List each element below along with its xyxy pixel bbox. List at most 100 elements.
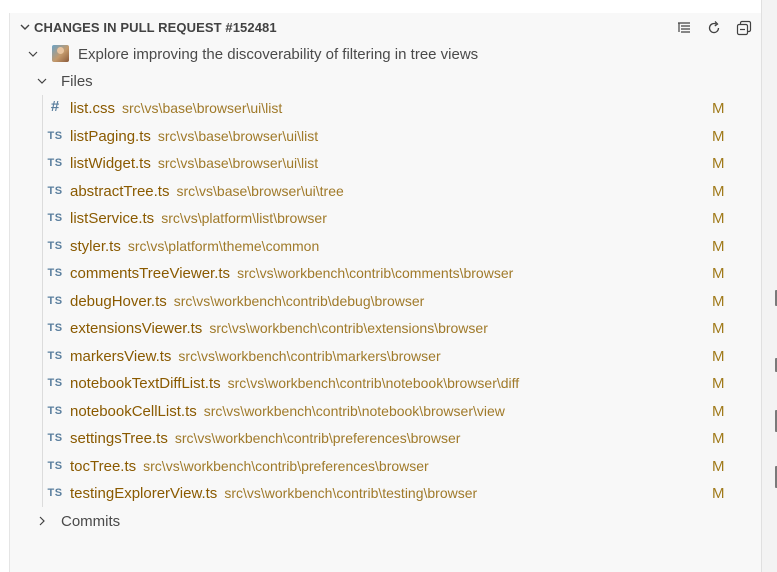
file-name-text: listPaging.ts xyxy=(70,127,151,145)
file-name: tocTree.ts src\vs\workbench\contrib\prefe… xyxy=(70,458,429,475)
file-name: notebookCellList.ts src\vs\workbench\cont… xyxy=(70,403,505,420)
file-item[interactable]: TS listWidget.ts src\vs\base\browser\ui\li… xyxy=(10,150,761,178)
file-name-text: settingsTree.ts xyxy=(70,430,168,447)
file-name: testingExplorerView.ts src\vs\workbench\c… xyxy=(70,485,477,502)
typescript-file-icon: TS xyxy=(47,349,63,362)
typescript-file-icon: TS xyxy=(47,267,63,279)
file-name: extensionsViewer.ts src\vs\workbench\cont… xyxy=(70,320,488,337)
file-name: listService.ts src\vs\platform\list\brows… xyxy=(70,210,327,227)
tree-indent-guide xyxy=(42,95,43,507)
modified-status-badge: M xyxy=(712,210,725,227)
file-name-text: tocTree.ts xyxy=(70,457,137,475)
modified-status-badge: M xyxy=(712,127,725,145)
file-item[interactable]: TS notebookTextDiffList.ts src\vs\workbenc… xyxy=(10,370,761,398)
file-path: src\vs\base\browser\ui\list xyxy=(122,100,283,116)
file-name-text: markersView.ts xyxy=(70,347,172,365)
modified-status-badge: M xyxy=(712,430,725,447)
typescript-file-icon: TS xyxy=(47,322,63,334)
file-name-text: list.css xyxy=(70,100,115,117)
file-path: src\vs\platform\theme\common xyxy=(127,237,320,254)
file-name: listWidget.ts src\vs\base\browser\ui\list xyxy=(70,155,318,172)
file-name-text: debugHover.ts xyxy=(70,292,167,310)
chevron-right-icon[interactable] xyxy=(35,514,49,528)
file-item[interactable]: TS markersView.ts src\vs\workbench\contrib… xyxy=(10,343,761,371)
avatar xyxy=(52,45,69,62)
file-path: src\vs\platform\list\browser xyxy=(161,210,327,226)
file-name: abstractTree.ts src\vs\base\browser\ui\tr… xyxy=(70,183,344,200)
commits-group[interactable]: Commits xyxy=(10,508,761,535)
file-item[interactable]: TS abstractTree.ts src\vs\base\browser\ui\… xyxy=(10,178,761,206)
file-name: debugHover.ts src\vs\workbench\contrib\de… xyxy=(70,293,424,310)
chevron-down-icon[interactable] xyxy=(26,47,40,61)
file-name-text: styler.ts xyxy=(70,237,121,255)
file-name-text: notebookCellList.ts xyxy=(70,402,197,420)
typescript-file-icon: TS xyxy=(47,404,63,417)
header-actions xyxy=(673,17,755,39)
tree-view-icon[interactable] xyxy=(673,17,695,39)
modified-status-badge: M xyxy=(712,155,725,172)
file-item[interactable]: TS settingsTree.ts src\vs\workbench\contri… xyxy=(10,425,761,453)
typescript-file-icon: TS xyxy=(47,212,63,224)
file-item[interactable]: TS testingExplorerView.ts src\vs\workbench… xyxy=(10,480,761,508)
file-path: src\vs\workbench\contrib\preferences\bro… xyxy=(143,457,429,474)
file-path: src\vs\base\browser\ui\list xyxy=(157,127,319,144)
file-name: listPaging.ts src\vs\base\browser\ui\list xyxy=(70,128,318,145)
file-path: src\vs\workbench\contrib\testing\browser xyxy=(224,485,478,501)
files-group[interactable]: Files xyxy=(10,68,761,95)
typescript-file-icon: TS xyxy=(47,432,63,444)
changes-panel: CHANGES IN PULL REQUEST #152481 Explore … xyxy=(9,13,761,572)
file-name-text: commentsTreeViewer.ts xyxy=(70,265,231,282)
file-item[interactable]: TS commentsTreeViewer.ts src\vs\workbench\… xyxy=(10,260,761,288)
modified-status-badge: M xyxy=(712,292,725,310)
modified-status-badge: M xyxy=(712,320,725,337)
modified-status-badge: M xyxy=(712,182,725,200)
file-name-text: extensionsViewer.ts xyxy=(70,320,203,337)
commits-group-label: Commits xyxy=(61,513,121,530)
file-item[interactable]: TS listService.ts src\vs\platform\list\bro… xyxy=(10,205,761,233)
modified-status-badge: M xyxy=(712,485,725,502)
typescript-file-icon: TS xyxy=(47,184,63,197)
file-name: styler.ts src\vs\platform\theme\common xyxy=(70,238,319,255)
file-name: settingsTree.ts src\vs\workbench\contrib\… xyxy=(70,430,460,447)
modified-status-badge: M xyxy=(712,347,725,365)
typescript-file-icon: TS xyxy=(47,239,63,252)
typescript-file-icon: TS xyxy=(47,459,63,472)
modified-status-badge: M xyxy=(712,237,725,255)
modified-status-badge: M xyxy=(712,457,725,475)
panel-title: CHANGES IN PULL REQUEST #152481 xyxy=(34,20,277,35)
file-item[interactable]: TS tocTree.ts src\vs\workbench\contrib\pre… xyxy=(10,453,761,481)
typescript-file-icon: TS xyxy=(47,487,63,499)
collapse-all-icon[interactable] xyxy=(733,17,755,39)
css-file-icon: # xyxy=(50,98,60,115)
file-path: src\vs\workbench\contrib\comments\browse… xyxy=(237,265,514,281)
file-name: markersView.ts src\vs\workbench\contrib\m… xyxy=(70,348,441,365)
file-item[interactable]: TS listPaging.ts src\vs\base\browser\ui\li… xyxy=(10,123,761,151)
chevron-down-icon[interactable] xyxy=(35,74,49,88)
typescript-file-icon: TS xyxy=(47,157,63,169)
file-name-text: notebookTextDiffList.ts xyxy=(70,375,221,392)
typescript-file-icon: TS xyxy=(47,294,63,307)
modified-status-badge: M xyxy=(712,265,725,282)
file-path: src\vs\base\browser\ui\list xyxy=(157,155,319,171)
file-name: commentsTreeViewer.ts src\vs\workbench\co… xyxy=(70,265,513,282)
modified-status-badge: M xyxy=(712,402,725,420)
file-path: src\vs\workbench\contrib\extensions\brow… xyxy=(209,320,488,336)
file-item[interactable]: TS styler.ts src\vs\platform\theme\common M xyxy=(10,233,761,261)
file-item[interactable]: TS extensionsViewer.ts src\vs\workbench\co… xyxy=(10,315,761,343)
file-item[interactable]: TS debugHover.ts src\vs\workbench\contrib\… xyxy=(10,288,761,316)
file-path: src\vs\workbench\contrib\debug\browser xyxy=(173,292,425,309)
refresh-icon[interactable] xyxy=(703,17,725,39)
modified-status-badge: M xyxy=(712,100,725,117)
pull-request-item[interactable]: Explore improving the discoverability of… xyxy=(10,41,761,68)
file-name: list.css src\vs\base\browser\ui\list xyxy=(70,100,282,117)
modified-status-badge: M xyxy=(712,375,725,392)
file-name-text: abstractTree.ts xyxy=(70,182,170,200)
file-name-text: testingExplorerView.ts xyxy=(70,485,218,502)
typescript-file-icon: TS xyxy=(47,377,63,389)
file-item[interactable]: # list.css src\vs\base\browser\ui\list M xyxy=(10,95,761,123)
files-group-label: Files xyxy=(61,73,93,90)
panel-header[interactable]: CHANGES IN PULL REQUEST #152481 xyxy=(10,13,761,41)
file-name: notebookTextDiffList.ts src\vs\workbench\… xyxy=(70,375,519,392)
file-item[interactable]: TS notebookCellList.ts src\vs\workbench\co… xyxy=(10,398,761,426)
chevron-down-icon[interactable] xyxy=(18,20,32,34)
